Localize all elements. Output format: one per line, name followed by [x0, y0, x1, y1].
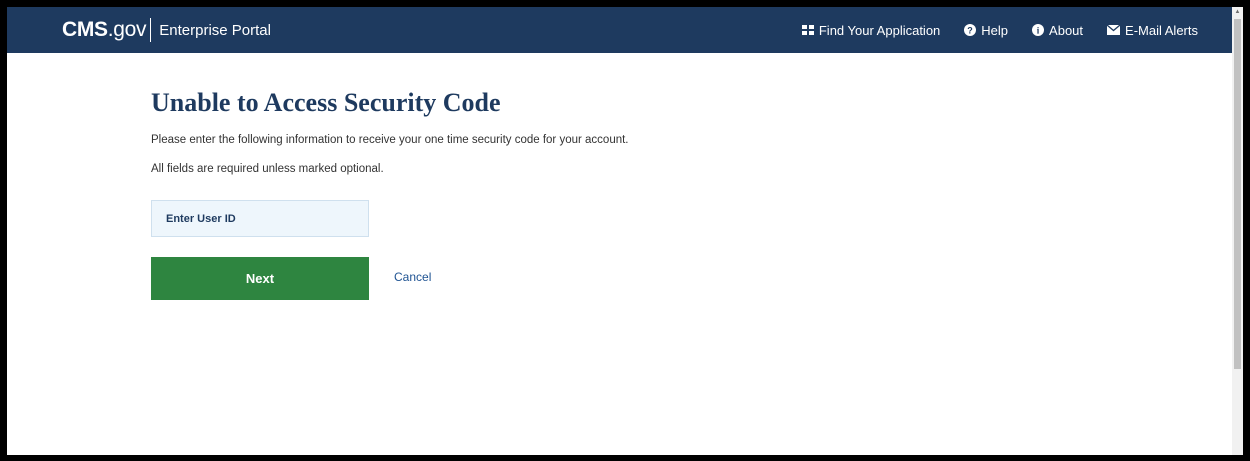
header-nav: Find Your Application ? Help i About E-M…: [801, 7, 1198, 53]
next-button[interactable]: Next: [151, 257, 369, 300]
instruction-text: Please enter the following information t…: [151, 134, 629, 147]
question-circle-icon: ?: [964, 24, 977, 36]
scrollbar-thumb[interactable]: [1234, 19, 1241, 369]
page-title: Unable to Access Security Code: [151, 88, 501, 117]
nav-help[interactable]: ? Help: [964, 23, 1008, 38]
envelope-icon: [1107, 25, 1121, 35]
cms-logo[interactable]: CMS.gov: [62, 18, 147, 42]
grid-icon: [801, 24, 814, 36]
vertical-scrollbar[interactable]: ▲: [1232, 7, 1243, 455]
nav-find-your-application-label: Find Your Application: [818, 22, 941, 38]
nav-find-your-application[interactable]: Find Your Application: [801, 22, 941, 38]
user-id-placeholder: Enter User ID: [166, 212, 236, 225]
nav-email-alerts-label: E-Mail Alerts: [1125, 22, 1198, 38]
header-bar: CMS.gov Enterprise Portal Find Your Appl…: [7, 7, 1232, 53]
svg-text:?: ?: [968, 26, 974, 36]
nav-about-label: About: [1049, 22, 1084, 38]
main-content: Unable to Access Security Code Please en…: [151, 87, 629, 300]
info-circle-icon: i: [1032, 24, 1045, 36]
logo-gov-text: .gov: [107, 18, 147, 41]
user-id-field[interactable]: Enter User ID: [151, 200, 369, 237]
portal-name: Enterprise Portal: [159, 21, 271, 39]
logo-cms-text: CMS: [62, 18, 108, 41]
scroll-up-arrow-icon[interactable]: ▲: [1232, 7, 1243, 17]
brand-divider: [150, 18, 152, 42]
browser-viewport: CMS.gov Enterprise Portal Find Your Appl…: [7, 7, 1243, 455]
cancel-link[interactable]: Cancel: [394, 270, 431, 284]
brand[interactable]: CMS.gov Enterprise Portal: [62, 7, 271, 53]
required-note: All fields are required unless marked op…: [151, 162, 384, 175]
nav-about[interactable]: i About: [1032, 23, 1083, 38]
nav-email-alerts[interactable]: E-Mail Alerts: [1107, 23, 1198, 38]
nav-help-label: Help: [981, 22, 1009, 38]
